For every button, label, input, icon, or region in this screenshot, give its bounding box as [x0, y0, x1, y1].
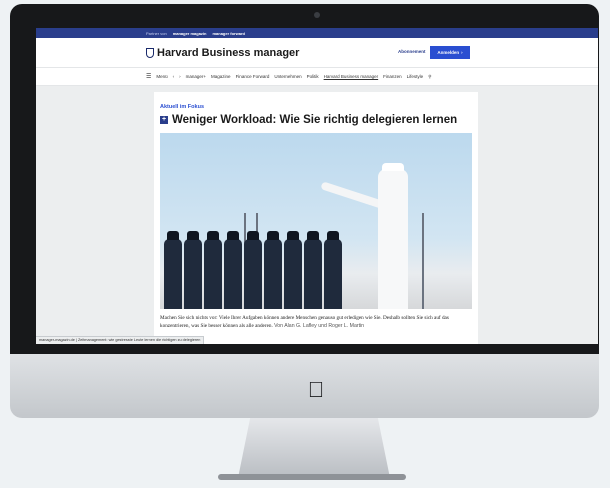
article-headline[interactable]: + Weniger Workload: Wie Sie richtig dele… — [160, 114, 457, 126]
nav-prev-arrow[interactable]: ‹ — [173, 74, 175, 79]
conductor-arm — [320, 181, 384, 209]
browser-viewport: Partner von manager magazin manager forw… — [36, 28, 598, 344]
nav-item-lifestyle[interactable]: Lifestyle — [407, 74, 424, 79]
site-header: Harvard Business manager Abonnement Anme… — [36, 38, 598, 68]
nav-item-harvard-business-manager[interactable]: Harvard Business manager — [324, 74, 379, 79]
nav-item-finance-forward[interactable]: Finance Forward — [236, 74, 270, 79]
imac-stand-base — [218, 474, 406, 480]
article-byline: Von Alan G. Lafley und Roger L. Martin — [274, 323, 365, 329]
hamburger-icon[interactable]: ☰ — [146, 73, 151, 80]
search-icon[interactable]: ⚲ — [428, 74, 431, 80]
login-label: Anmelden — [437, 50, 460, 55]
partner-topbar: Partner von manager magazin manager forw… — [36, 28, 598, 38]
partner-label: Partner von — [146, 30, 167, 36]
plus-badge-icon: + — [160, 116, 168, 124]
imac-stand — [238, 418, 390, 478]
nav-item-magazine[interactable]: Magazine — [211, 74, 231, 79]
nav-next-arrow[interactable]: › — [179, 74, 181, 79]
main-navigation: ☰ Menü ‹ › manager+ Magazine Finance For… — [36, 68, 598, 86]
flag-pole — [422, 213, 424, 309]
subscribe-button[interactable]: Abonnement — [398, 49, 426, 54]
marching-band — [160, 229, 350, 309]
band-leader — [378, 163, 408, 309]
status-bar-url: manager-magazin.de | Zeitmanagement: wie… — [36, 336, 205, 344]
nav-item-unternehmen[interactable]: Unternehmen — [274, 74, 301, 79]
featured-article: Aktuell im Fokus + Weniger Workload: Wie… — [154, 92, 478, 344]
article-teaser[interactable]: Machen Sie sich nichts vor: Viele Ihrer … — [160, 314, 476, 330]
nav-item-manager-plus[interactable]: manager+ — [186, 74, 206, 79]
apple-logo-icon:  — [305, 378, 327, 402]
site-logo[interactable]: Harvard Business manager — [146, 47, 299, 59]
article-kicker[interactable]: Aktuell im Fokus — [160, 104, 204, 110]
menu-button[interactable]: Menü — [156, 74, 167, 79]
topbar-link-manager-forward[interactable]: manager forward — [212, 31, 244, 36]
chevron-right-icon: › — [461, 50, 463, 55]
topbar-link-manager-magazin[interactable]: manager magazin — [173, 31, 207, 36]
shield-icon — [146, 48, 154, 58]
login-button[interactable]: Anmelden › — [430, 46, 470, 59]
nav-item-finanzen[interactable]: Finanzen — [383, 74, 402, 79]
logo-text: Harvard Business manager — [157, 47, 300, 59]
camera-icon — [314, 12, 320, 18]
nav-item-politik[interactable]: Politik — [307, 74, 319, 79]
article-photo[interactable] — [160, 133, 472, 309]
headline-text: Weniger Workload: Wie Sie richtig delegi… — [172, 114, 458, 126]
